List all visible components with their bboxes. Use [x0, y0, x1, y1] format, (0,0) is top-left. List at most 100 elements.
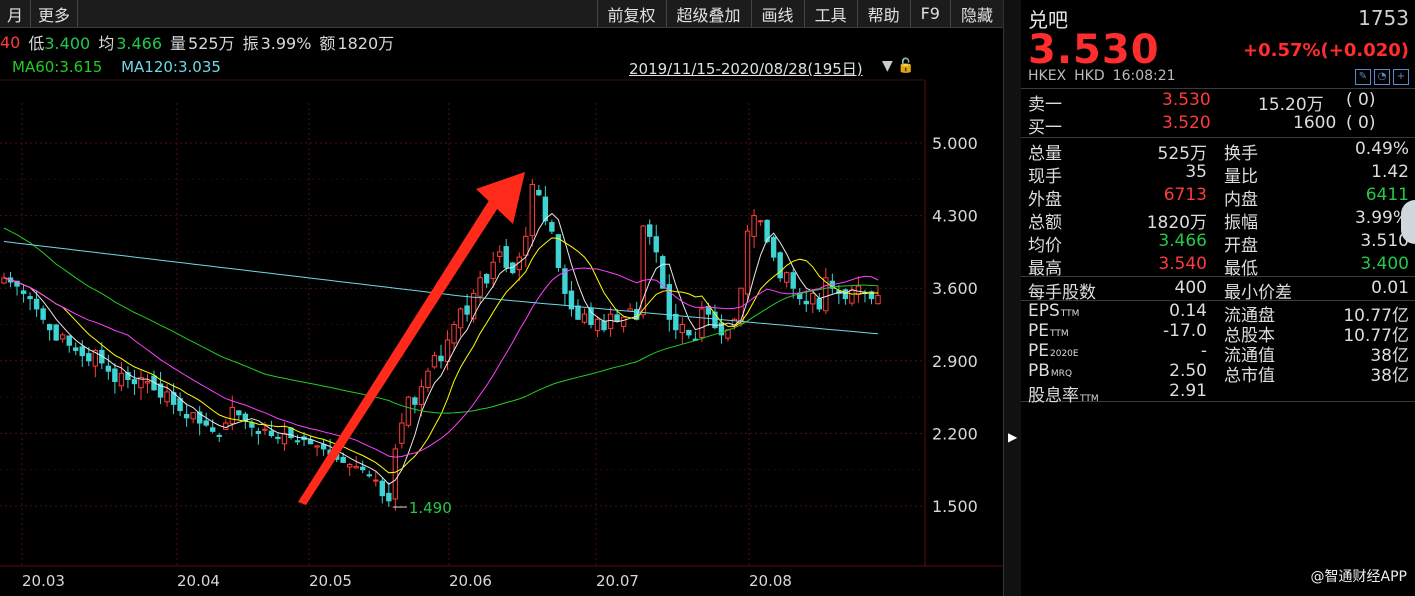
stat-value: 3.540 [1158, 254, 1207, 274]
candle-body [294, 440, 301, 443]
candle-body [320, 444, 327, 450]
candle-body [340, 456, 346, 463]
candle-body [575, 305, 581, 320]
candle-body [360, 466, 366, 471]
candle-body [373, 479, 379, 482]
candle-body [686, 329, 692, 336]
x-tick-label: 20.03 [22, 572, 65, 590]
x-tick-label: 20.05 [309, 572, 352, 590]
dropdown-triangle-icon[interactable]: ▼ [882, 58, 893, 74]
candle-body [653, 236, 659, 253]
lot-row: 每手股数 400 最小价差 0.01 [1028, 278, 1409, 303]
candle-body [751, 215, 757, 237]
fin-value: 0.14 [1169, 301, 1207, 321]
fin-label-suffix: 2020E [1050, 349, 1079, 359]
fin-value: - [1200, 341, 1207, 361]
buy1-row: 买一 3.520 1600 ( 0) [1028, 113, 1376, 138]
ma-legend: MA60:3.615 MA120:3.035 [12, 58, 221, 76]
trend-arrow-shaft [298, 194, 503, 505]
candle-body [229, 406, 235, 425]
stat-value: 6411 [1365, 185, 1409, 205]
candle-body [810, 292, 816, 305]
candle-body [366, 474, 372, 477]
candle-body [770, 236, 777, 258]
fundamental-row: PETTM -17.0 总股本 10.77亿 [1021, 321, 1415, 346]
candle-body [842, 289, 849, 300]
stats-row: 总额 1820万 振幅 3.99% [1021, 207, 1415, 233]
candle-body [60, 334, 66, 340]
panel-divider[interactable]: ▶ [1003, 0, 1022, 596]
candle-body [405, 396, 412, 426]
x-tick-label: 20.04 [177, 572, 220, 590]
y-tick-label: 5.000 [932, 134, 978, 153]
candle-body [816, 298, 822, 310]
candle-body [281, 432, 288, 445]
add-icon[interactable]: + [1393, 69, 1409, 85]
candle-body [210, 427, 216, 432]
candle-body [849, 289, 855, 304]
date-range-selector[interactable]: 2019/11/15-2020/08/28(195日) [629, 58, 863, 79]
watermark: @智通财经APP [1310, 569, 1407, 585]
edit-icon[interactable]: ✎ [1355, 69, 1371, 85]
candlestick-chart[interactable]: 5.000 4.300 3.600 2.900 2.200 1.500 20.03 20.04… [0, 0, 1003, 596]
candle-body [490, 261, 496, 280]
candle-body [203, 420, 209, 426]
fin-label: 股息率TTM [1028, 386, 1099, 406]
candle-body [346, 464, 353, 468]
candle-body [477, 277, 483, 297]
candle-body [790, 272, 796, 289]
min-annotation-label: 1.490 [409, 499, 452, 517]
stats-row: 均价 3.466 开盘 3.510 [1021, 230, 1415, 256]
candle-body [588, 307, 594, 325]
candle-body [679, 324, 686, 334]
x-tick-label: 20.08 [749, 572, 792, 590]
candle-body [46, 324, 53, 331]
candle-body [236, 410, 242, 416]
quote-time: 16:08:21 [1112, 68, 1176, 84]
lock-icon[interactable]: 🔓 [897, 58, 914, 74]
candle-body [757, 220, 764, 223]
x-tick-label: 20.06 [449, 572, 492, 590]
fin-label: PE2020E [1028, 341, 1079, 361]
fin-label-suffix: TTM [1080, 394, 1099, 404]
side-toggle-button[interactable] [1401, 200, 1415, 244]
candle-body [164, 391, 170, 403]
stats-row: 最高 3.540 最低 3.400 [1021, 253, 1415, 279]
candle-body [131, 379, 138, 385]
candle-body [112, 368, 118, 383]
stats-row: 现手 35 量比 1.42 [1021, 161, 1415, 187]
expand-arrow-icon[interactable]: ▶ [1008, 430, 1017, 444]
quote-panel: 兑吧 1753 3.530 +0.57%(+0.020) HKEX HKD 16:0… [1021, 0, 1415, 596]
candle-body [601, 320, 607, 331]
fundamental-row: EPSTTM 0.14 流通盘 10.77亿 [1021, 301, 1415, 326]
candle-body [105, 365, 112, 372]
fin-label: PETTM [1028, 321, 1069, 341]
candle-body [497, 251, 503, 257]
candle-body [451, 324, 457, 344]
fin-value: 2.91 [1169, 381, 1207, 401]
candle-body [53, 324, 59, 341]
candle-body [183, 413, 190, 419]
stat-value: 35 [1185, 162, 1207, 182]
candle-body [275, 436, 281, 440]
fin-value: 2.50 [1169, 361, 1207, 381]
y-tick-label: 1.500 [932, 497, 978, 516]
candle-body [457, 308, 464, 329]
candle-body [607, 313, 614, 330]
candle-body [66, 335, 72, 346]
stat-value: 3.400 [1360, 254, 1409, 274]
order-book: 卖一 3.530 15.20万 ( 0) 买一 3.520 1600 ( 0) [1021, 88, 1415, 138]
candle-body [647, 224, 653, 237]
stats-row: 外盘 6713 内盘 6411 [1021, 184, 1415, 210]
candle-body [777, 252, 783, 279]
fin-value: -17.0 [1163, 321, 1207, 341]
candle-body [288, 427, 294, 439]
alert-icon[interactable]: ◔ [1374, 69, 1390, 85]
fin-label: PBMRQ [1028, 361, 1073, 381]
sell1-row: 卖一 3.530 15.20万 ( 0) [1028, 90, 1376, 115]
candle-body [268, 430, 275, 436]
y-tick-label: 2.900 [932, 352, 978, 371]
fin-label-suffix: MRQ [1050, 369, 1073, 379]
y-tick-label: 3.600 [932, 279, 978, 298]
stats-row: 总量 525万 换手 0.49% [1021, 138, 1415, 164]
